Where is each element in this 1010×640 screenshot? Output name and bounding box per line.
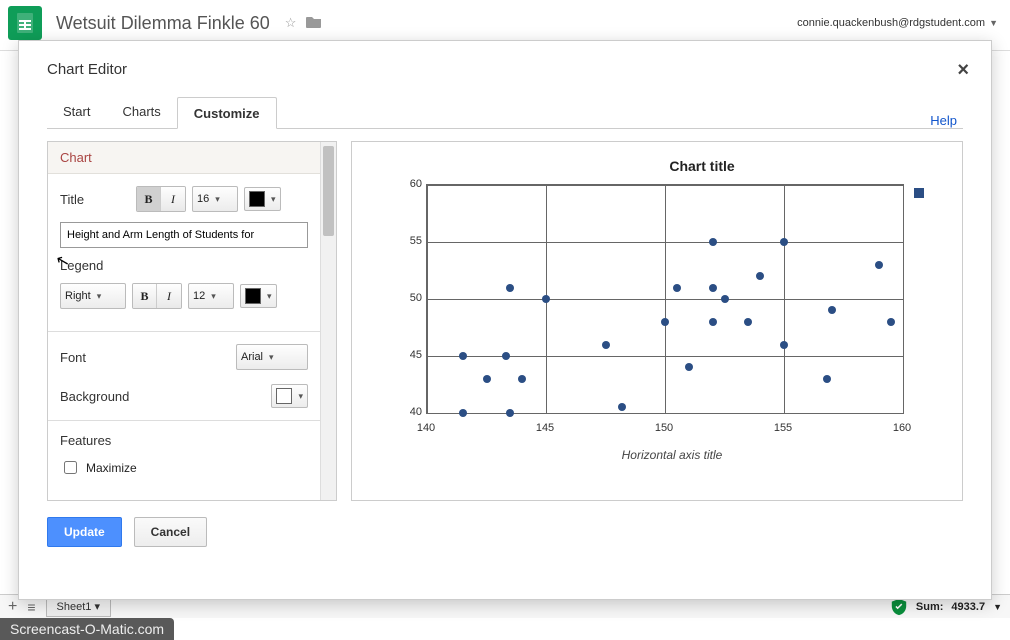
chart-title-input[interactable]: [60, 222, 308, 248]
add-sheet-icon[interactable]: +: [8, 598, 17, 616]
data-point: [823, 375, 831, 383]
maximize-label: Maximize: [86, 461, 137, 475]
star-icon[interactable]: ☆: [285, 15, 297, 31]
section-chart-header: Chart: [48, 142, 320, 174]
tab-start[interactable]: Start: [47, 96, 106, 128]
panel-scrollbar[interactable]: [320, 142, 336, 500]
tab-charts[interactable]: Charts: [106, 96, 176, 128]
data-point: [618, 403, 626, 411]
data-point: [875, 261, 883, 269]
data-point: [780, 341, 788, 349]
x-tick: 140: [417, 422, 435, 434]
legend-italic-button[interactable]: I: [157, 284, 181, 308]
x-tick: 150: [655, 422, 673, 434]
cancel-button[interactable]: Cancel: [134, 517, 207, 547]
plot-area: 4045505560140145150155160: [396, 184, 904, 434]
close-icon[interactable]: ×: [957, 59, 969, 82]
data-point: [518, 375, 526, 383]
user-menu-caret-icon[interactable]: ▼: [989, 18, 998, 28]
title-style-buttons: B I: [136, 186, 186, 212]
x-tick: 145: [536, 422, 554, 434]
data-point: [828, 306, 836, 314]
title-label: Title: [60, 192, 130, 207]
background-label: Background: [60, 389, 265, 404]
data-point: [721, 295, 729, 303]
x-tick: 160: [893, 422, 911, 434]
features-label: Features: [60, 433, 308, 448]
data-point: [887, 318, 895, 326]
maximize-checkbox[interactable]: [64, 461, 77, 474]
tab-customize[interactable]: Customize: [177, 97, 277, 129]
data-point: [744, 318, 752, 326]
help-link[interactable]: Help: [930, 113, 957, 128]
data-point: [709, 318, 717, 326]
sheets-logo: [8, 6, 42, 40]
data-point: [459, 409, 467, 417]
x-axis-title: Horizontal axis title: [412, 448, 932, 462]
sum-value[interactable]: 4933.7: [951, 601, 985, 613]
chart-preview: Chart title 40 45 50 55 60 140 145 150 155 160 Ho…: [351, 141, 963, 501]
legend-fontsize-select[interactable]: 12: [188, 283, 234, 309]
data-point: [709, 284, 717, 292]
data-point: [459, 352, 467, 360]
data-point: [506, 409, 514, 417]
data-point: [506, 284, 514, 292]
font-label: Font: [60, 350, 230, 365]
title-bold-button[interactable]: B: [137, 187, 161, 211]
doc-title[interactable]: Wetsuit Dilemma Finkle 60: [56, 13, 270, 34]
legend-label: Legend: [60, 258, 308, 273]
data-point: [709, 238, 717, 246]
data-point: [483, 375, 491, 383]
y-tick: 60: [396, 178, 422, 190]
background-color-picker[interactable]: [271, 384, 308, 408]
data-point: [673, 284, 681, 292]
folder-icon[interactable]: [306, 15, 322, 32]
title-italic-button[interactable]: I: [161, 187, 185, 211]
tab-row: Start Charts Customize: [47, 96, 963, 129]
legend-marker: [914, 188, 924, 198]
watermark: Screencast-O-Matic.com: [0, 618, 174, 640]
title-fontsize-select[interactable]: 16: [192, 186, 238, 212]
chart-title: Chart title: [642, 158, 762, 174]
modal-title: Chart Editor: [47, 61, 963, 78]
legend-style-buttons: B I: [132, 283, 182, 309]
data-point: [542, 295, 550, 303]
y-tick: 40: [396, 406, 422, 418]
data-point: [602, 341, 610, 349]
legend-color-picker[interactable]: [240, 284, 277, 308]
all-sheets-icon[interactable]: ≡: [27, 599, 35, 615]
y-tick: 50: [396, 292, 422, 304]
y-tick: 55: [396, 235, 422, 247]
x-tick: 155: [774, 422, 792, 434]
customize-panel: Chart Title B I 16 Legend: [47, 141, 337, 501]
data-point: [756, 272, 764, 280]
data-point: [661, 318, 669, 326]
sum-caret-icon[interactable]: ▼: [993, 602, 1002, 612]
legend-position-select[interactable]: Right: [60, 283, 126, 309]
y-tick: 45: [396, 349, 422, 361]
font-select[interactable]: Arial: [236, 344, 308, 370]
scroll-thumb[interactable]: [323, 146, 334, 236]
data-point: [780, 238, 788, 246]
sum-label: Sum:: [916, 601, 944, 613]
data-point: [685, 363, 693, 371]
legend-bold-button[interactable]: B: [133, 284, 157, 308]
data-point: [502, 352, 510, 360]
title-color-picker[interactable]: [244, 187, 281, 211]
user-email[interactable]: connie.quackenbush@rdgstudent.com: [797, 17, 985, 29]
update-button[interactable]: Update: [47, 517, 122, 547]
shield-icon: [890, 598, 908, 616]
chart-editor-modal: × Chart Editor Help Start Charts Customi…: [18, 40, 992, 600]
